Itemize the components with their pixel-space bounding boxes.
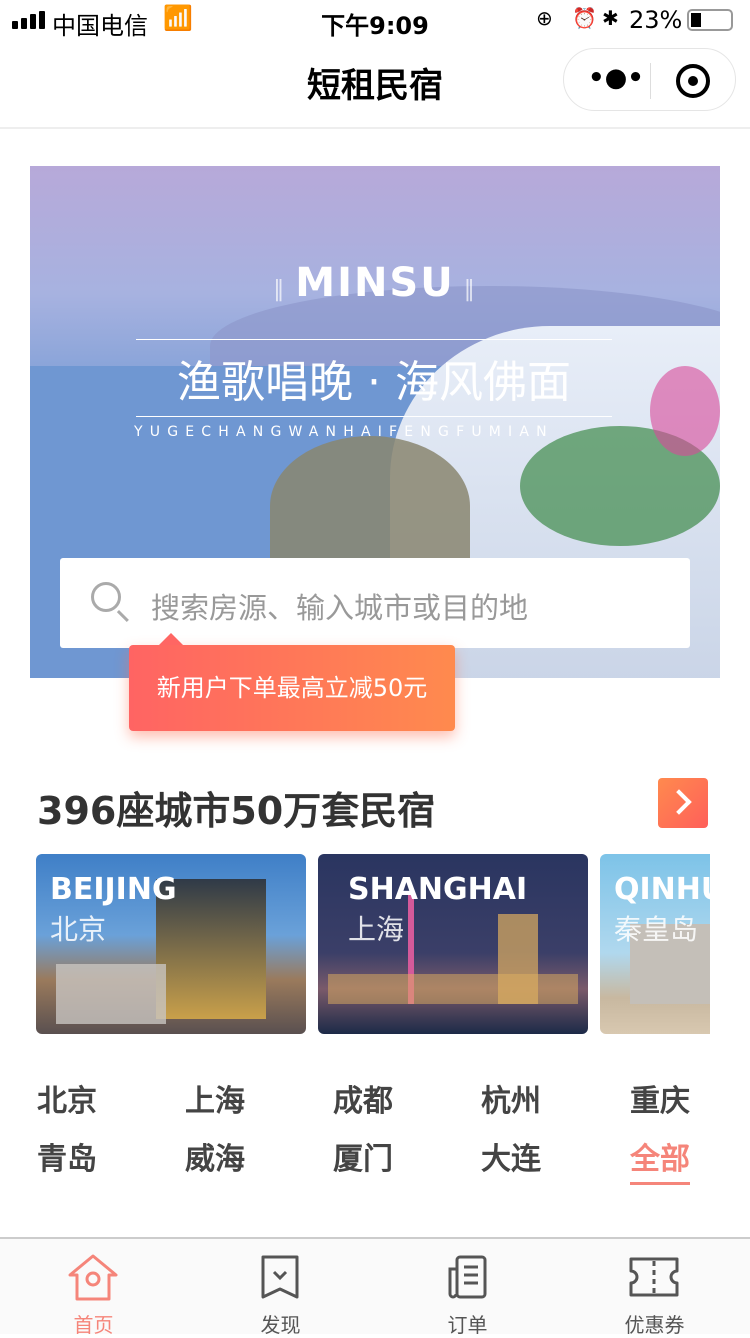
banner-brand: ‖ MINSU ‖ [273,260,477,306]
alarm-icon: ⏰ [572,6,597,30]
card-en: QINHUANGDAO [614,872,710,907]
city-link[interactable]: 重庆 [630,1076,690,1120]
brand-text: MINSU [295,260,455,306]
city-link[interactable]: 北京 [37,1076,97,1120]
city-card-shanghai[interactable]: SHANGHAI 上海 [318,854,588,1034]
card-en: BEIJING [50,872,177,907]
tab-coupons[interactable]: 优惠券 [561,1239,748,1337]
rotation-lock-icon: ⊕ [536,6,553,30]
banner-pinyin: YUGECHANGWANHAIFENGFUMIAN [134,424,554,440]
divider [136,339,612,340]
bookmark-check-icon [261,1255,299,1299]
more-icon[interactable]: •●• [588,63,644,97]
promo-tooltip[interactable]: 新用户下单最高立减50元 [129,633,455,731]
city-link[interactable]: 杭州 [481,1076,541,1120]
city-link[interactable]: 威海 [185,1134,245,1178]
city-link[interactable]: 上海 [185,1076,245,1120]
battery-icon [687,9,733,31]
section-title: 396座城市50万套民宿 [37,789,436,833]
card-cn: 秦皇岛 [614,913,699,946]
chevron-right-icon [666,789,692,815]
close-target-icon[interactable] [676,64,710,98]
search-placeholder: 搜索房源、输入城市或目的地 [151,591,529,625]
card-en: SHANGHAI [348,872,528,907]
order-list-icon [448,1255,487,1299]
banner-slogan: 渔歌唱晚 · 海风佛面 [177,357,571,408]
ticket-icon [629,1257,679,1297]
home-icon [68,1254,118,1301]
city-link[interactable]: 青岛 [37,1134,97,1178]
battery-percent: 23% [629,6,683,34]
search-input[interactable]: 搜索房源、输入城市或目的地 [60,558,690,648]
city-link[interactable]: 大连 [481,1134,541,1178]
tab-bar: 首页 发现 订单 优惠券 [0,1237,750,1337]
divider [650,63,651,99]
search-icon [91,582,121,612]
card-cn: 北京 [50,913,107,946]
city-card-beijing[interactable]: BEIJING 北京 [36,854,306,1034]
tab-orders[interactable]: 订单 [374,1239,561,1337]
card-cn: 上海 [348,913,405,946]
mini-program-capsule: •●• [563,48,736,111]
nav-bar: 短租民宿 •●• [0,40,750,129]
city-link[interactable]: 成都 [333,1076,393,1120]
tab-discover[interactable]: 发现 [187,1239,374,1337]
bluetooth-icon: ✱ [602,6,619,30]
status-bar: 中国电信 📶 下午9:09 ⊕ ⏰ ✱ 23% [0,0,750,40]
divider [136,416,612,417]
all-cities-link[interactable]: 全部 [630,1134,690,1185]
more-cities-button[interactable] [658,778,708,828]
city-card-qinhuangdao[interactable]: QINHUANGDAO 秦皇岛 [600,854,710,1034]
city-link[interactable]: 厦门 [333,1134,393,1178]
tab-home[interactable]: 首页 [0,1239,187,1337]
